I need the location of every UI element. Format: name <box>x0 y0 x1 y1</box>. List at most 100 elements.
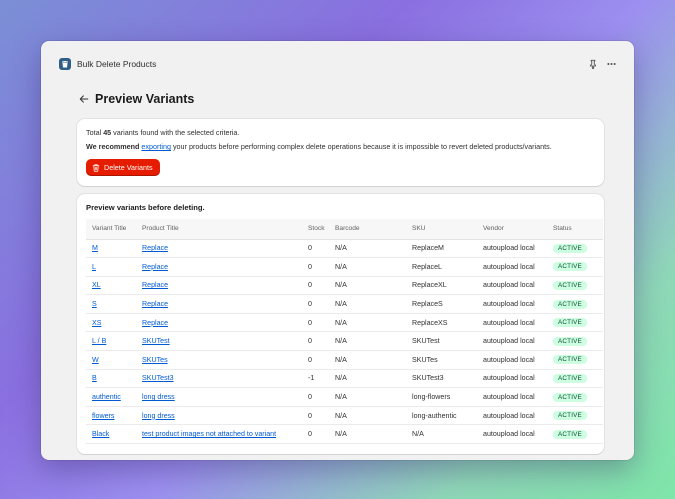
status-badge: ACTIVE <box>553 411 587 421</box>
variant-title-link[interactable]: authentic <box>92 393 121 401</box>
barcode-cell: N/A <box>335 355 347 364</box>
column-header[interactable]: Status <box>547 219 603 240</box>
variant-title-link[interactable]: flowers <box>92 412 114 420</box>
product-title-link[interactable]: SKUTest3 <box>142 374 174 382</box>
vendor-cell: autoupload local <box>477 424 547 445</box>
vendor-cell: autoupload local <box>483 262 535 271</box>
product-title-link[interactable]: long dress <box>142 393 175 401</box>
product-title-link[interactable]: SKUTes <box>142 356 168 364</box>
status-cell: ACTIVE <box>547 313 603 333</box>
product-title-link[interactable]: Replace <box>142 319 168 327</box>
barcode-cell: N/A <box>335 262 347 271</box>
variant-cell: flowers <box>86 406 136 426</box>
product-title-link[interactable]: long dress <box>142 412 175 420</box>
total-count: 45 <box>103 128 112 137</box>
table-row: Black test product images not attached to… <box>86 424 603 445</box>
column-header[interactable]: Vendor <box>477 219 547 240</box>
status-badge: ACTIVE <box>553 318 587 328</box>
status-cell: ACTIVE <box>547 331 603 352</box>
vendor-cell: autoupload local <box>483 337 535 346</box>
product-title-link[interactable]: test product images not attached to vari… <box>142 430 276 438</box>
product-title-link[interactable]: SKUTest <box>142 337 170 345</box>
sku-cell: N/A <box>412 430 424 439</box>
app-window: Bulk Delete Products Preview Variants To… <box>41 41 634 460</box>
variant-title-link[interactable]: S <box>92 300 97 308</box>
product-cell: Replace <box>136 313 302 333</box>
barcode-cell: N/A <box>335 411 347 420</box>
variant-cell: S <box>86 294 136 314</box>
barcode-cell: N/A <box>329 276 406 296</box>
variant-cell: L <box>86 257 136 277</box>
pin-icon[interactable] <box>586 57 600 71</box>
table-row: L / B SKUTest 0 N/A SKUTest autoupload local A… <box>86 331 603 352</box>
vendor-cell: autoupload local <box>477 331 547 352</box>
more-horizontal-icon[interactable] <box>604 57 618 71</box>
product-title-link[interactable]: Replace <box>142 244 168 252</box>
barcode-cell: N/A <box>335 281 347 290</box>
barcode-cell: N/A <box>329 239 406 259</box>
vendor-cell <box>477 443 547 454</box>
sku-cell: SKUTes <box>412 355 438 364</box>
variant-title-link[interactable]: Black <box>92 430 109 438</box>
barcode-cell: N/A <box>335 244 347 253</box>
status-cell: ACTIVE <box>547 276 603 296</box>
vendor-cell: autoupload local <box>477 369 547 389</box>
delete-variants-button[interactable]: Delete Variants <box>86 159 160 176</box>
vendor-cell: autoupload local <box>477 239 547 259</box>
variant-title-link[interactable]: L / B <box>92 337 106 345</box>
exporting-link[interactable]: exporting <box>141 142 171 151</box>
variant-title-link[interactable]: M <box>92 244 98 252</box>
variant-title-link[interactable]: L <box>92 263 96 271</box>
status-badge: ACTIVE <box>553 280 587 290</box>
arrow-left-icon[interactable] <box>77 92 91 106</box>
product-title-link[interactable]: Replace <box>142 263 168 271</box>
table-row <box>86 443 603 454</box>
vendor-cell: autoupload local <box>477 313 547 333</box>
column-header[interactable]: Variant Title <box>86 219 136 240</box>
table-row: W SKUTes 0 N/A SKUTes autoupload local ACTIVE <box>86 350 603 370</box>
sku-cell: ReplaceXS <box>406 313 477 333</box>
trash-icon <box>59 58 71 70</box>
status-badge: ACTIVE <box>553 429 587 439</box>
column-header[interactable]: Stock <box>302 219 329 240</box>
stock-cell: -1 <box>308 374 315 383</box>
barcode-cell: N/A <box>335 337 347 346</box>
sku-cell: ReplaceXL <box>406 276 477 296</box>
product-cell: Replace <box>136 257 302 277</box>
stock-cell: 0 <box>302 276 329 296</box>
sku-cell: long-authentic <box>406 406 477 426</box>
variants-table: Variant Title Product Title Stock Barcod… <box>86 219 603 454</box>
barcode-cell: N/A <box>335 430 347 439</box>
variant-cell: M <box>86 239 136 259</box>
vendor-cell: autoupload local <box>477 350 547 370</box>
recommend-rest: your products before performing complex … <box>170 142 552 151</box>
column-header[interactable]: SKU <box>406 219 477 240</box>
product-cell: test product images not attached to vari… <box>136 424 302 445</box>
table-row: XS Replace 0 N/A ReplaceXS autoupload local AC… <box>86 313 603 333</box>
vendor-cell: autoupload local <box>483 411 535 420</box>
vendor-cell: autoupload local <box>483 318 535 327</box>
table-row: B SKUTest3 -1 N/A SKUTest3 autoupload local AC… <box>86 369 603 389</box>
column-header[interactable]: Product Title <box>136 219 302 240</box>
vendor-cell: autoupload local <box>477 294 547 314</box>
product-title-link[interactable]: Replace <box>142 300 168 308</box>
status-cell: ACTIVE <box>547 369 603 389</box>
variant-title-link[interactable]: XL <box>92 281 101 289</box>
stock-cell: 0 <box>308 355 312 364</box>
product-cell: SKUTes <box>136 350 302 370</box>
variant-title-link[interactable]: XS <box>92 319 101 327</box>
variant-title-link[interactable]: W <box>92 356 99 364</box>
recommend-text: We recommend exporting your products bef… <box>86 142 595 152</box>
status-badge: ACTIVE <box>553 355 587 365</box>
sku-cell: SKUTest <box>412 337 440 346</box>
column-header[interactable]: Barcode <box>329 219 406 240</box>
titlebar: Bulk Delete Products <box>41 41 634 87</box>
barcode-cell: N/A <box>329 406 406 426</box>
recommend-bold: We recommend <box>86 142 140 151</box>
product-title-link[interactable]: Replace <box>142 281 168 289</box>
vendor-cell: autoupload local <box>483 281 535 290</box>
status-cell: ACTIVE <box>547 387 603 407</box>
variant-cell: W <box>86 350 136 370</box>
vendor-cell: autoupload local <box>483 374 535 383</box>
variant-title-link[interactable]: B <box>92 374 97 382</box>
